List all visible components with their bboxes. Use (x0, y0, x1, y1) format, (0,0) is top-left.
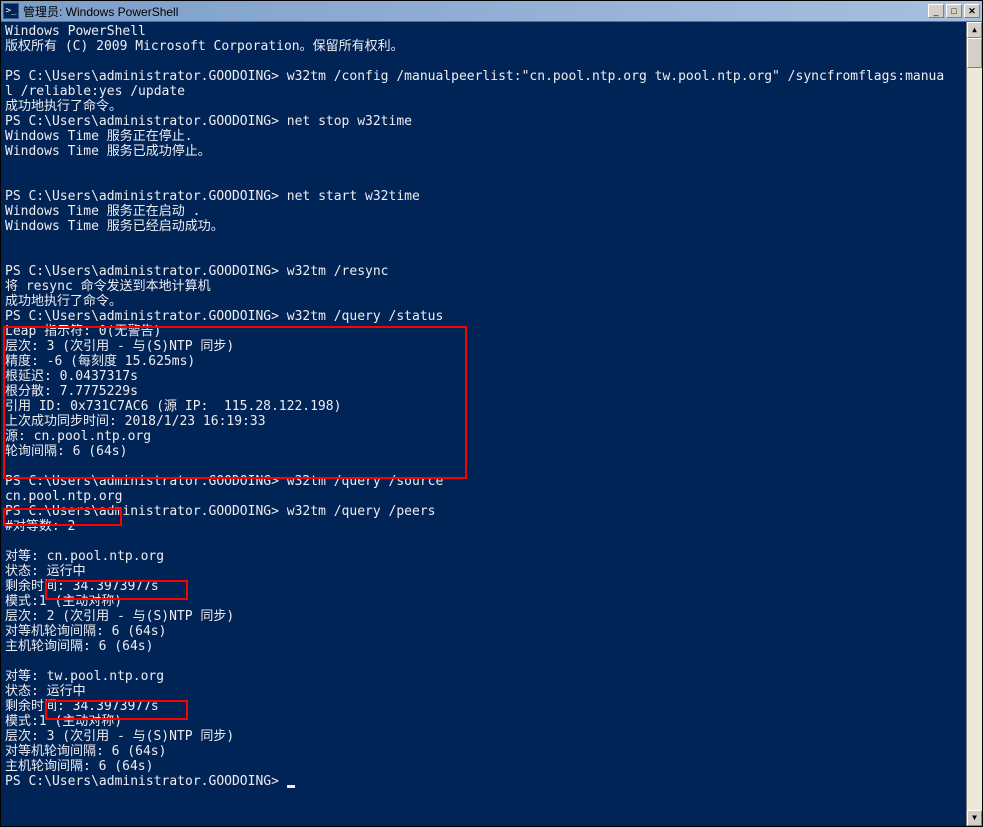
window-controls: _ □ ✕ (928, 4, 980, 18)
cmd: w32tm /query /source (279, 474, 443, 489)
cmd: w32tm /resync (279, 264, 389, 279)
peer-host: tw.pool.ntp.org (47, 669, 164, 684)
prompt: PS C:\Users\administrator.GOODOING> (5, 189, 279, 204)
line: 层次: 3 (次引用 - 与(S)NTP 同步) (5, 729, 234, 744)
line: 轮询间隔: 6 (64s) (5, 444, 127, 459)
prompt: PS C:\Users\administrator.GOODOING> (5, 264, 279, 279)
prompt: PS C:\Users\administrator.GOODOING> (5, 69, 279, 84)
cmd: net stop w32time (279, 114, 412, 129)
line: 源: cn.pool.ntp.org (5, 429, 151, 444)
line: 层次: 2 (次引用 - 与(S)NTP 同步) (5, 609, 234, 624)
powershell-window: >_ 管理员: Windows PowerShell _ □ ✕ Windows… (0, 0, 983, 827)
line: 主机轮询间隔: 6 (64s) (5, 759, 153, 774)
prompt: PS C:\Users\administrator.GOODOING> (5, 474, 279, 489)
close-button[interactable]: ✕ (964, 4, 980, 18)
cmd: net start w32time (279, 189, 420, 204)
line: 根分散: 7.7775229s (5, 384, 138, 399)
cmd (279, 774, 287, 789)
cursor (287, 785, 295, 788)
vertical-scrollbar[interactable]: ▲ ▼ (966, 22, 982, 826)
line: 成功地执行了命令。 (5, 294, 122, 309)
line: 上次成功同步时间: 2018/1/23 16:19:33 (5, 414, 266, 429)
minimize-button[interactable]: _ (928, 4, 944, 18)
line: 层次: 3 (次引用 - 与(S)NTP 同步) (5, 339, 234, 354)
prompt: PS C:\Users\administrator.GOODOING> (5, 309, 279, 324)
line: 状态: 运行中 (5, 564, 86, 579)
maximize-button[interactable]: □ (946, 4, 962, 18)
line: 剩余时间: 34.3973977s (5, 579, 159, 594)
line: #对等数: 2 (5, 519, 75, 534)
terminal-output[interactable]: Windows PowerShell 版权所有 (C) 2009 Microso… (1, 22, 966, 826)
line: Windows Time 服务已经启动成功。 (5, 219, 224, 234)
line: Windows PowerShell (5, 24, 146, 39)
line: 成功地执行了命令。 (5, 99, 122, 114)
line: 版权所有 (C) 2009 Microsoft Corporation。保留所有… (5, 39, 404, 54)
line: 精度: -6 (每刻度 15.625ms) (5, 354, 195, 369)
scroll-track[interactable] (967, 38, 982, 810)
scroll-up-button[interactable]: ▲ (967, 22, 982, 38)
line: 状态: 运行中 (5, 684, 86, 699)
prompt: PS C:\Users\administrator.GOODOING> (5, 774, 279, 789)
line: cn.pool.ntp.org (5, 489, 122, 504)
terminal-container: Windows PowerShell 版权所有 (C) 2009 Microso… (1, 22, 982, 826)
line: Leap 指示符: 0(无警告) (5, 324, 161, 339)
scroll-down-button[interactable]: ▼ (967, 810, 982, 826)
titlebar[interactable]: >_ 管理员: Windows PowerShell _ □ ✕ (1, 1, 982, 22)
line: 主机轮询间隔: 6 (64s) (5, 639, 153, 654)
scroll-thumb[interactable] (967, 38, 982, 68)
line: 模式:1 (主动对称) (5, 594, 122, 609)
line: 将 resync 命令发送到本地计算机 (5, 279, 211, 294)
peer-host: cn.pool.ntp.org (47, 549, 164, 564)
prompt: PS C:\Users\administrator.GOODOING> (5, 504, 279, 519)
powershell-icon: >_ (3, 3, 19, 19)
line: 剩余时间: 34.3973977s (5, 699, 159, 714)
line: Windows Time 服务已成功停止。 (5, 144, 211, 159)
cmd: w32tm /query /peers (279, 504, 436, 519)
line: 引用 ID: 0x731C7AC6 (源 IP: 115.28.122.198) (5, 399, 341, 414)
line: Windows Time 服务正在停止. (5, 129, 193, 144)
window-title: 管理员: Windows PowerShell (23, 3, 928, 20)
prompt: PS C:\Users\administrator.GOODOING> (5, 114, 279, 129)
line: 对等机轮询间隔: 6 (64s) (5, 624, 166, 639)
line: l /reliable:yes /update (5, 84, 185, 99)
cmd: w32tm /config /manualpeerlist:"cn.pool.n… (279, 69, 944, 84)
peer-label: 对等: (5, 549, 47, 564)
line: 模式:1 (主动对称) (5, 714, 122, 729)
line: 根延迟: 0.0437317s (5, 369, 138, 384)
line: 对等机轮询间隔: 6 (64s) (5, 744, 166, 759)
cmd: w32tm /query /status (279, 309, 443, 324)
peer-label: 对等: (5, 669, 47, 684)
line: Windows Time 服务正在启动 . (5, 204, 200, 219)
